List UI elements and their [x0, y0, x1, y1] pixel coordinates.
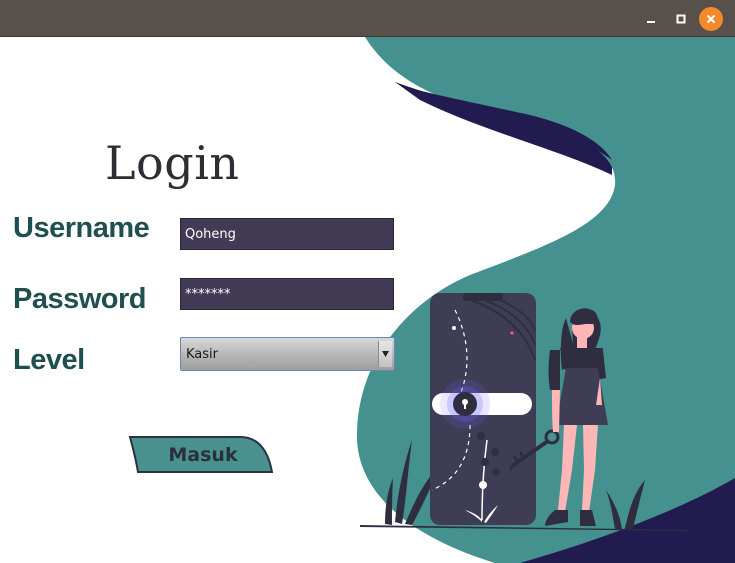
maximize-icon [676, 14, 686, 24]
level-label: Level [13, 344, 85, 376]
masuk-button[interactable]: Masuk [128, 436, 274, 474]
level-select[interactable]: Kasir [180, 337, 395, 371]
username-label: Username [13, 212, 150, 244]
masuk-button-label: Masuk [168, 444, 238, 466]
teal-blob [356, 37, 735, 563]
password-label: Password [13, 283, 147, 315]
page-title: Login [105, 136, 240, 190]
close-icon [707, 15, 715, 23]
minimize-button[interactable] [640, 8, 662, 30]
username-input[interactable] [180, 218, 394, 250]
minimize-icon [647, 21, 655, 23]
password-input[interactable] [180, 278, 394, 310]
maximize-button[interactable] [670, 8, 692, 30]
close-button[interactable] [699, 7, 723, 31]
window-titlebar [0, 0, 735, 37]
dropdown-arrow-icon[interactable] [378, 341, 392, 367]
level-selected-value: Kasir [186, 347, 218, 362]
